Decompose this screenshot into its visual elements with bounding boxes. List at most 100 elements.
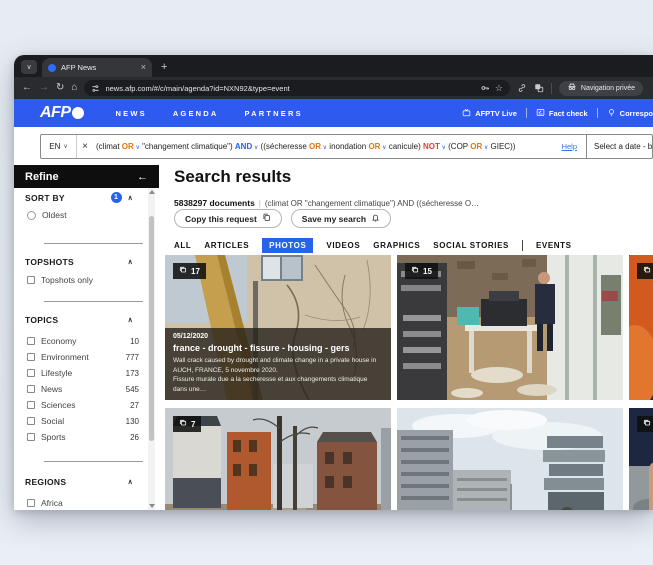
search-row: EN ∨ × (climat OR ∨ "changement climatiq…: [14, 127, 653, 165]
tab-search-button[interactable]: ∨: [21, 60, 37, 74]
filter-row-africa[interactable]: Africa: [27, 495, 139, 510]
clear-search-icon[interactable]: ×: [77, 141, 93, 152]
scroll-up-arrow[interactable]: [148, 188, 155, 196]
tune-icon[interactable]: [91, 84, 100, 93]
browser-tab[interactable]: AFP News ×: [42, 58, 152, 77]
radio-button[interactable]: [27, 211, 36, 220]
correspondents-link[interactable]: Correspo: [607, 108, 653, 119]
filter-row-economy[interactable]: Economy10: [27, 333, 139, 349]
scroll-down-arrow[interactable]: [148, 502, 155, 510]
sort-option-oldest[interactable]: Oldest: [27, 210, 133, 220]
filter-row-environment[interactable]: Environment 777: [27, 349, 139, 365]
photo-results-grid: 17 05/12/2020 france - drought - fissure -…: [159, 165, 653, 510]
checkbox[interactable]: [27, 353, 35, 361]
url-bar[interactable]: news.afp.com/#/c/main/agenda?id=NXN92&ty…: [84, 80, 509, 96]
bookmark-star-icon[interactable]: ☆: [495, 84, 503, 93]
sort-by-count-badge: 1: [111, 192, 122, 203]
topshots-only-label: Topshots only: [41, 275, 93, 285]
tab-close-icon[interactable]: ×: [141, 63, 146, 72]
url-text[interactable]: news.afp.com/#/c/main/agenda?id=NXN92&ty…: [105, 84, 474, 93]
photo-count-badge: 7: [173, 416, 201, 432]
photo-card[interactable]: 15: [397, 255, 623, 400]
forward-icon[interactable]: →: [39, 83, 49, 93]
photo-stack-icon: [179, 419, 187, 429]
chevron-up-icon: ∧: [128, 316, 133, 324]
checkbox[interactable]: [27, 499, 35, 507]
photo-date: 05/12/2020: [173, 333, 383, 340]
checkbox[interactable]: [27, 401, 35, 409]
sidebar-divider: [44, 301, 143, 302]
filter-label: Social: [41, 416, 64, 426]
checkbox[interactable]: [27, 417, 35, 425]
help-link[interactable]: Help: [562, 142, 577, 151]
checkbox[interactable]: [27, 276, 35, 284]
filter-row-sports[interactable]: Sports26: [27, 429, 139, 445]
photo-count-badge: 19: [637, 416, 653, 432]
nav-item-news[interactable]: NEWS: [116, 109, 147, 118]
browser-tab-strip: ∨ AFP News × +: [14, 55, 653, 77]
fact-check-link[interactable]: Fact check: [536, 108, 588, 119]
filter-row-lifestyle[interactable]: Lifestyle 173: [27, 365, 139, 381]
photo-count: 7: [191, 420, 195, 429]
afptv-live-label: AFPTV Live: [475, 109, 517, 118]
nav-item-agenda[interactable]: AGENDA: [173, 109, 219, 118]
photo-thumbnail: [397, 408, 623, 510]
topshots-only-filter[interactable]: Topshots only: [27, 275, 133, 285]
search-query-input[interactable]: (climat OR ∨ "changement climatique") AN…: [93, 142, 553, 151]
checkbox[interactable]: [27, 337, 35, 345]
checkbox[interactable]: [27, 433, 35, 441]
search-box[interactable]: EN ∨ × (climat OR ∨ "changement climatiq…: [40, 134, 653, 159]
back-icon[interactable]: ←: [22, 83, 32, 93]
language-selector[interactable]: EN ∨: [41, 135, 77, 158]
photo-title: france - drought - fissure - housing - g…: [173, 343, 383, 353]
link-extension-icon[interactable]: [517, 83, 527, 93]
collapse-sidebar-icon[interactable]: ←: [137, 171, 148, 183]
filter-row-news[interactable]: News 545: [27, 381, 139, 397]
query-token: NOT: [423, 142, 440, 151]
filter-count: 777: [126, 353, 139, 362]
photo-count-badge: 9: [637, 263, 653, 279]
photo-card[interactable]: [397, 408, 623, 510]
password-key-icon[interactable]: [480, 83, 490, 93]
query-token: OR: [309, 142, 321, 151]
filter-label: News: [41, 384, 62, 394]
nav-item-partners[interactable]: PARTNERS: [245, 109, 303, 118]
filter-row-social[interactable]: Social130: [27, 413, 139, 429]
checkbox[interactable]: [27, 385, 35, 393]
filter-row-sciences[interactable]: Sciences27: [27, 397, 139, 413]
afp-logo[interactable]: AFP: [40, 104, 84, 122]
language-value: EN: [49, 142, 60, 151]
photo-card[interactable]: 9: [629, 255, 653, 400]
translate-icon[interactable]: [534, 83, 544, 93]
afptv-live-link[interactable]: AFPTV Live: [462, 108, 517, 119]
filter-count: 545: [126, 385, 139, 394]
scrollbar-thumb[interactable]: [149, 216, 154, 441]
photo-card[interactable]: 17 05/12/2020 france - drought - fissure -…: [165, 255, 391, 400]
photo-card[interactable]: 7: [165, 408, 391, 510]
sort-by-section-header[interactable]: SORT BY 1 ∧: [25, 192, 133, 203]
date-range-picker[interactable]: Select a date - betwee: [586, 135, 652, 158]
util-separator: [597, 108, 598, 118]
refine-header: Refine ←: [14, 165, 159, 188]
new-tab-button[interactable]: +: [161, 61, 167, 73]
topshots-section-header[interactable]: TOPSHOTS ∧: [25, 257, 133, 267]
photo-card[interactable]: 19: [629, 408, 653, 510]
browser-window: ∨ AFP News × + ← → ↻ ⌂ news.afp.com/#/c/…: [14, 55, 653, 510]
photo-description: Wall crack caused by drought and climate…: [173, 356, 383, 375]
private-badge-label: Navigation privée: [581, 85, 635, 92]
afp-favicon: [48, 64, 56, 72]
query-token: OR: [368, 142, 380, 151]
query-token: GIEC)): [488, 142, 515, 151]
query-token: ((sécheresse: [258, 142, 309, 151]
regions-section-header[interactable]: REGIONS ∧: [25, 477, 133, 487]
topics-section-header[interactable]: TOPICS ∧: [25, 315, 133, 325]
reload-icon[interactable]: ↻: [56, 83, 64, 93]
checkbox[interactable]: [27, 369, 35, 377]
filter-count: 173: [126, 369, 139, 378]
home-icon[interactable]: ⌂: [71, 83, 77, 93]
filter-label: Environment: [41, 352, 89, 362]
topics-list: Economy10 Environment 777 Lifestyle 173 News 5…: [27, 333, 139, 445]
filter-label: Lifestyle: [41, 368, 72, 378]
sidebar-scrollbar[interactable]: [148, 188, 155, 510]
photo-count-badge: 17: [173, 263, 206, 279]
